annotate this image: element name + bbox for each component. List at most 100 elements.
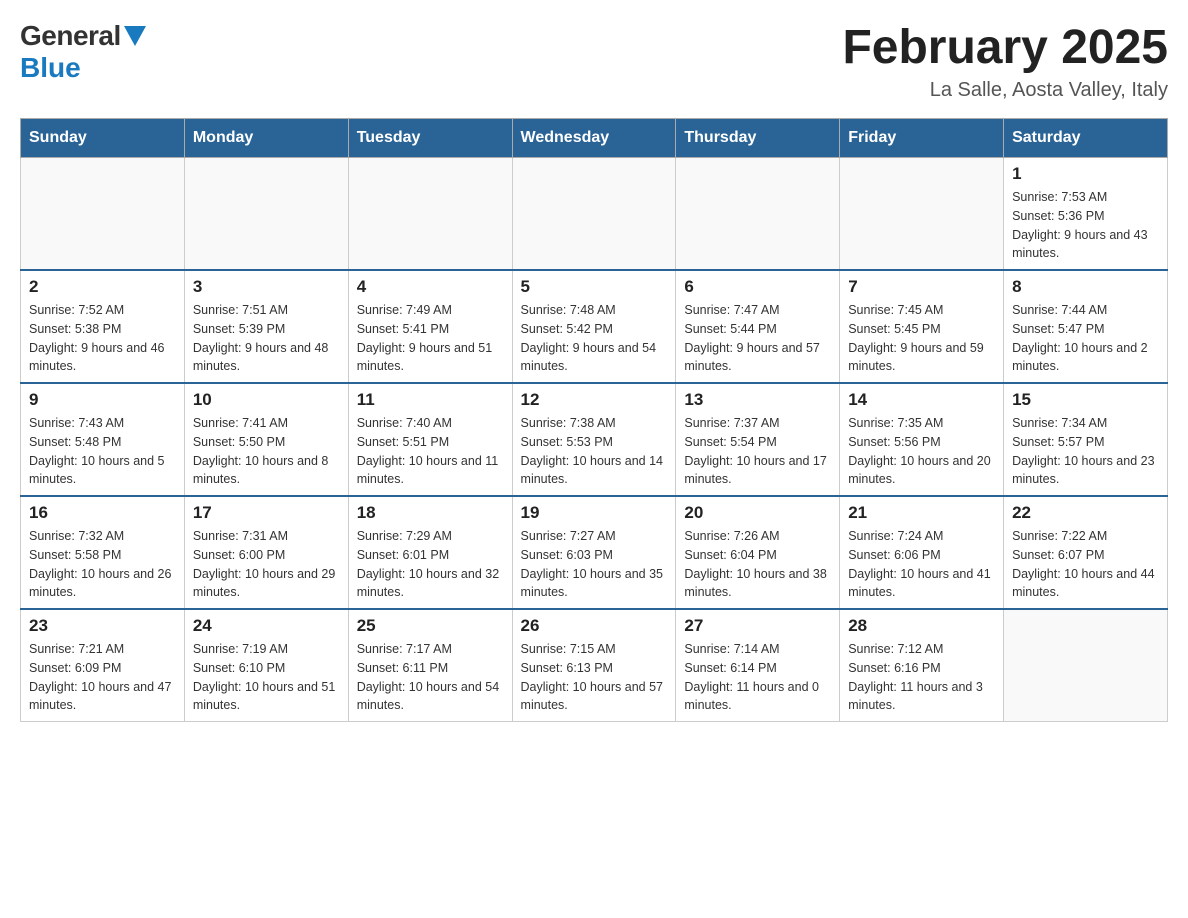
- day-info: Sunrise: 7:14 AMSunset: 6:14 PMDaylight:…: [684, 640, 831, 715]
- day-info: Sunrise: 7:27 AMSunset: 6:03 PMDaylight:…: [521, 527, 668, 602]
- calendar-cell: 12 Sunrise: 7:38 AMSunset: 5:53 PMDayligh…: [512, 383, 676, 496]
- calendar-header-row: Sunday Monday Tuesday Wednesday Thursday…: [21, 119, 1168, 158]
- day-number: 23: [29, 616, 176, 636]
- day-info: Sunrise: 7:12 AMSunset: 6:16 PMDaylight:…: [848, 640, 995, 715]
- calendar-cell: 27 Sunrise: 7:14 AMSunset: 6:14 PMDayligh…: [676, 609, 840, 722]
- calendar-cell: [840, 158, 1004, 271]
- day-info: Sunrise: 7:29 AMSunset: 6:01 PMDaylight:…: [357, 527, 504, 602]
- header-saturday: Saturday: [1004, 119, 1168, 158]
- calendar-cell: [1004, 609, 1168, 722]
- day-number: 16: [29, 503, 176, 523]
- day-info: Sunrise: 7:19 AMSunset: 6:10 PMDaylight:…: [193, 640, 340, 715]
- page-title: February 2025: [842, 20, 1168, 75]
- calendar-cell: 26 Sunrise: 7:15 AMSunset: 6:13 PMDayligh…: [512, 609, 676, 722]
- calendar-week-row: 1 Sunrise: 7:53 AMSunset: 5:36 PMDaylight…: [21, 158, 1168, 271]
- day-info: Sunrise: 7:24 AMSunset: 6:06 PMDaylight:…: [848, 527, 995, 602]
- day-number: 20: [684, 503, 831, 523]
- day-info: Sunrise: 7:22 AMSunset: 6:07 PMDaylight:…: [1012, 527, 1159, 602]
- calendar-cell: 3 Sunrise: 7:51 AMSunset: 5:39 PMDaylight…: [184, 270, 348, 383]
- day-info: Sunrise: 7:34 AMSunset: 5:57 PMDaylight:…: [1012, 414, 1159, 489]
- day-number: 7: [848, 277, 995, 297]
- day-number: 8: [1012, 277, 1159, 297]
- day-number: 15: [1012, 390, 1159, 410]
- calendar-cell: 2Sunrise: 7:52 AMSunset: 5:38 PMDaylight…: [21, 270, 185, 383]
- calendar-cell: 23 Sunrise: 7:21 AMSunset: 6:09 PMDayligh…: [21, 609, 185, 722]
- day-number: 17: [193, 503, 340, 523]
- calendar-cell: [512, 158, 676, 271]
- calendar-cell: 6 Sunrise: 7:47 AMSunset: 5:44 PMDaylight…: [676, 270, 840, 383]
- day-number: 21: [848, 503, 995, 523]
- day-info: Sunrise: 7:40 AMSunset: 5:51 PMDaylight:…: [357, 414, 504, 489]
- day-info: Sunrise: 7:38 AMSunset: 5:53 PMDaylight:…: [521, 414, 668, 489]
- calendar-cell: [676, 158, 840, 271]
- day-number: 10: [193, 390, 340, 410]
- day-number: 19: [521, 503, 668, 523]
- day-number: 25: [357, 616, 504, 636]
- header-friday: Friday: [840, 119, 1004, 158]
- day-number: 1: [1012, 164, 1159, 184]
- day-info: Sunrise: 7:45 AMSunset: 5:45 PMDaylight:…: [848, 301, 995, 376]
- page-header: General Blue February 2025 La Salle, Aos…: [20, 20, 1168, 102]
- calendar-cell: 21 Sunrise: 7:24 AMSunset: 6:06 PMDayligh…: [840, 496, 1004, 609]
- day-info: Sunrise: 7:48 AMSunset: 5:42 PMDaylight:…: [521, 301, 668, 376]
- day-info: Sunrise: 7:44 AMSunset: 5:47 PMDaylight:…: [1012, 301, 1159, 376]
- day-number: 9: [29, 390, 176, 410]
- day-info: Sunrise: 7:15 AMSunset: 6:13 PMDaylight:…: [521, 640, 668, 715]
- day-number: 27: [684, 616, 831, 636]
- day-number: 3: [193, 277, 340, 297]
- calendar-cell: 10Sunrise: 7:41 AMSunset: 5:50 PMDayligh…: [184, 383, 348, 496]
- calendar-cell: 1 Sunrise: 7:53 AMSunset: 5:36 PMDaylight…: [1004, 158, 1168, 271]
- day-number: 5: [521, 277, 668, 297]
- day-number: 11: [357, 390, 504, 410]
- header-monday: Monday: [184, 119, 348, 158]
- logo-triangle-icon: [124, 26, 146, 48]
- logo: General Blue: [20, 20, 146, 84]
- day-info: Sunrise: 7:47 AMSunset: 5:44 PMDaylight:…: [684, 301, 831, 376]
- header-sunday: Sunday: [21, 119, 185, 158]
- calendar-cell: 20 Sunrise: 7:26 AMSunset: 6:04 PMDayligh…: [676, 496, 840, 609]
- day-info: Sunrise: 7:32 AMSunset: 5:58 PMDaylight:…: [29, 527, 176, 602]
- calendar-table: Sunday Monday Tuesday Wednesday Thursday…: [20, 118, 1168, 722]
- calendar-cell: 25 Sunrise: 7:17 AMSunset: 6:11 PMDayligh…: [348, 609, 512, 722]
- logo-blue-text: Blue: [20, 52, 81, 84]
- calendar-week-row: 16 Sunrise: 7:32 AMSunset: 5:58 PMDayligh…: [21, 496, 1168, 609]
- calendar-cell: 7 Sunrise: 7:45 AMSunset: 5:45 PMDaylight…: [840, 270, 1004, 383]
- header-wednesday: Wednesday: [512, 119, 676, 158]
- day-info: Sunrise: 7:26 AMSunset: 6:04 PMDaylight:…: [684, 527, 831, 602]
- calendar-cell: 18 Sunrise: 7:29 AMSunset: 6:01 PMDayligh…: [348, 496, 512, 609]
- day-number: 6: [684, 277, 831, 297]
- day-number: 13: [684, 390, 831, 410]
- day-info: Sunrise: 7:21 AMSunset: 6:09 PMDaylight:…: [29, 640, 176, 715]
- day-number: 26: [521, 616, 668, 636]
- day-number: 22: [1012, 503, 1159, 523]
- day-info: Sunrise: 7:53 AMSunset: 5:36 PMDaylight:…: [1012, 188, 1159, 263]
- day-info: Sunrise: 7:17 AMSunset: 6:11 PMDaylight:…: [357, 640, 504, 715]
- calendar-cell: 28 Sunrise: 7:12 AMSunset: 6:16 PMDayligh…: [840, 609, 1004, 722]
- calendar-cell: [184, 158, 348, 271]
- calendar-week-row: 2Sunrise: 7:52 AMSunset: 5:38 PMDaylight…: [21, 270, 1168, 383]
- calendar-cell: 14Sunrise: 7:35 AMSunset: 5:56 PMDayligh…: [840, 383, 1004, 496]
- header-tuesday: Tuesday: [348, 119, 512, 158]
- day-info: Sunrise: 7:51 AMSunset: 5:39 PMDaylight:…: [193, 301, 340, 376]
- day-info: Sunrise: 7:43 AMSunset: 5:48 PMDaylight:…: [29, 414, 176, 489]
- calendar-cell: 8 Sunrise: 7:44 AMSunset: 5:47 PMDaylight…: [1004, 270, 1168, 383]
- calendar-cell: 5 Sunrise: 7:48 AMSunset: 5:42 PMDaylight…: [512, 270, 676, 383]
- calendar-cell: [348, 158, 512, 271]
- page-subtitle: La Salle, Aosta Valley, Italy: [842, 79, 1168, 102]
- day-number: 28: [848, 616, 995, 636]
- day-number: 24: [193, 616, 340, 636]
- calendar-cell: 9 Sunrise: 7:43 AMSunset: 5:48 PMDaylight…: [21, 383, 185, 496]
- calendar-cell: [21, 158, 185, 271]
- calendar-cell: 16 Sunrise: 7:32 AMSunset: 5:58 PMDayligh…: [21, 496, 185, 609]
- day-info: Sunrise: 7:35 AMSunset: 5:56 PMDaylight:…: [848, 414, 995, 489]
- day-info: Sunrise: 7:31 AMSunset: 6:00 PMDaylight:…: [193, 527, 340, 602]
- calendar-cell: 22 Sunrise: 7:22 AMSunset: 6:07 PMDayligh…: [1004, 496, 1168, 609]
- calendar-cell: 11 Sunrise: 7:40 AMSunset: 5:51 PMDayligh…: [348, 383, 512, 496]
- day-number: 18: [357, 503, 504, 523]
- calendar-cell: 19 Sunrise: 7:27 AMSunset: 6:03 PMDayligh…: [512, 496, 676, 609]
- day-number: 12: [521, 390, 668, 410]
- title-block: February 2025 La Salle, Aosta Valley, It…: [842, 20, 1168, 102]
- day-number: 4: [357, 277, 504, 297]
- calendar-cell: 24 Sunrise: 7:19 AMSunset: 6:10 PMDayligh…: [184, 609, 348, 722]
- calendar-cell: 4Sunrise: 7:49 AMSunset: 5:41 PMDaylight…: [348, 270, 512, 383]
